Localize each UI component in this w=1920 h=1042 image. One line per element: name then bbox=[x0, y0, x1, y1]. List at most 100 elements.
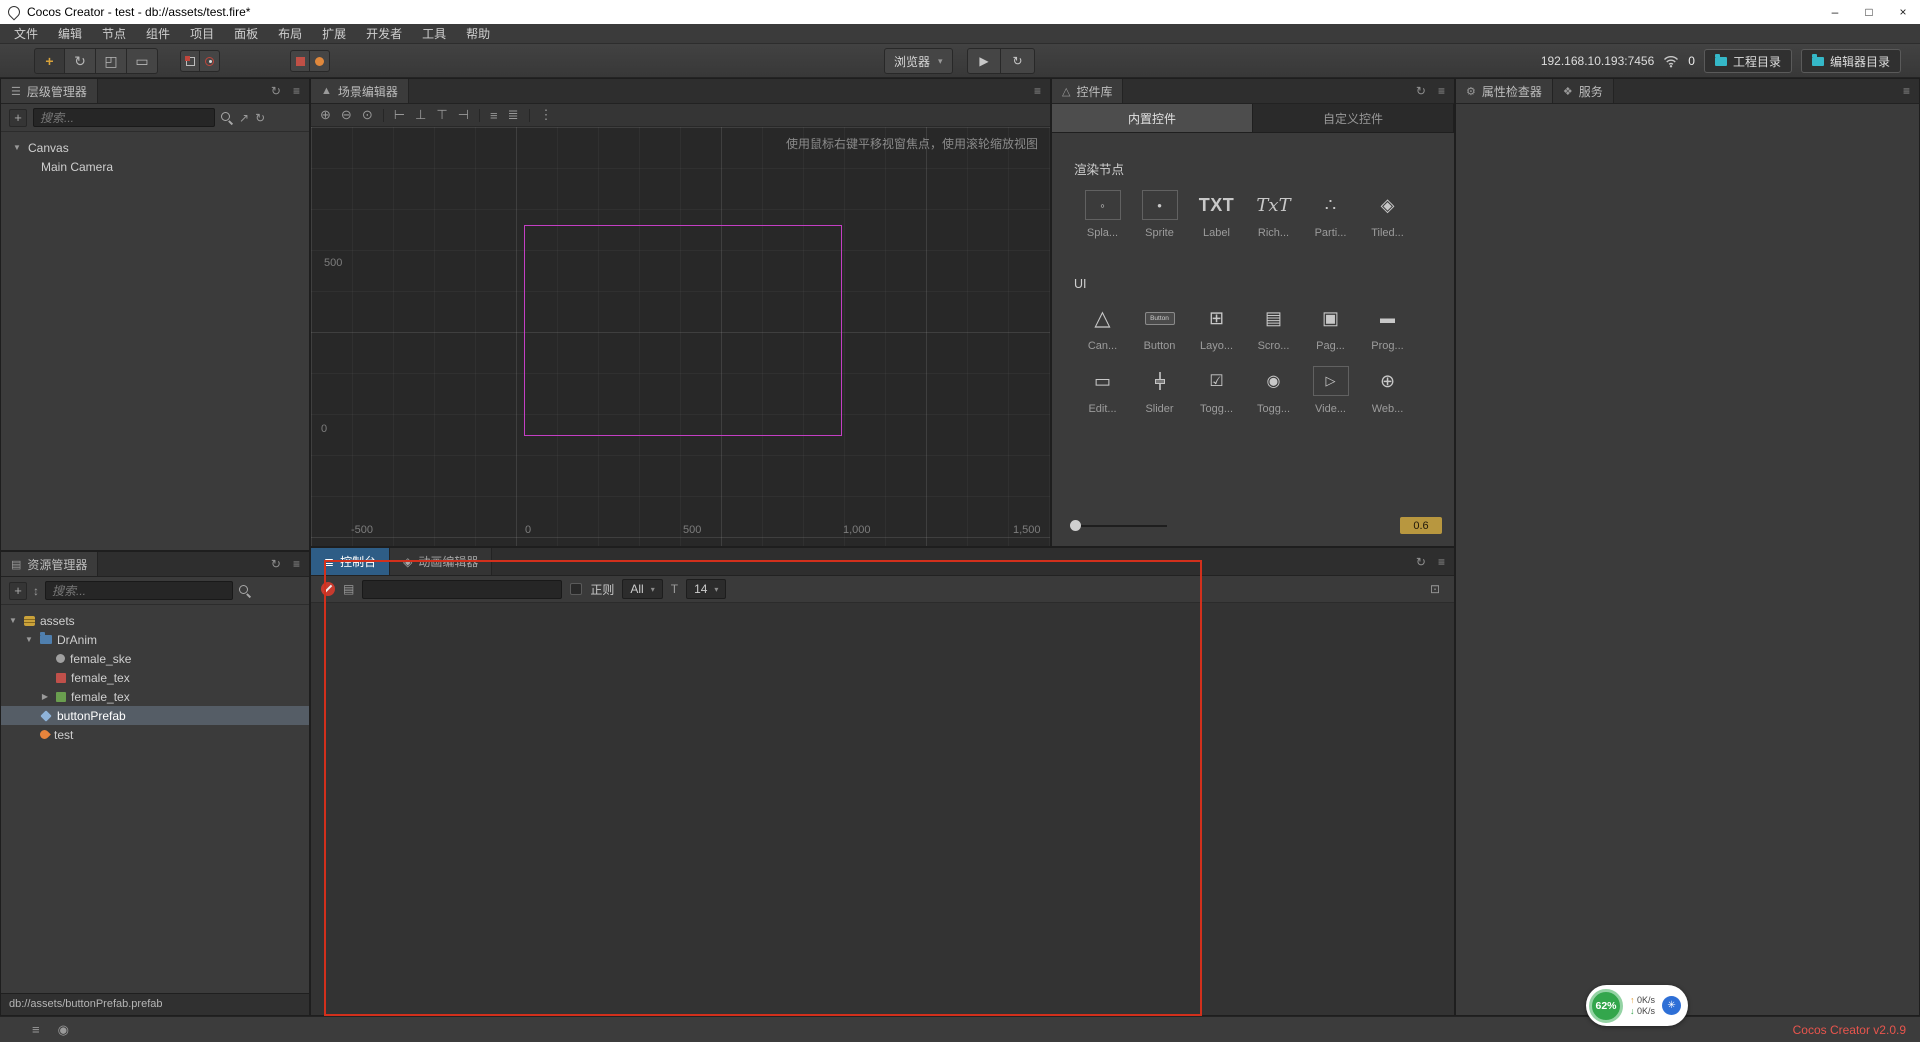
scale-tool-button[interactable]: ◰ bbox=[96, 48, 127, 74]
asset-row-female-tex[interactable]: female_tex bbox=[1, 668, 309, 687]
zoom-reset-icon[interactable]: ⊙ bbox=[362, 107, 373, 123]
search-icon[interactable] bbox=[239, 584, 251, 597]
asset-row-assets[interactable]: ▼ assets bbox=[1, 611, 309, 630]
tree-node-main-camera[interactable]: Main Camera bbox=[1, 157, 309, 176]
align-left-icon[interactable]: ⊢ bbox=[394, 107, 405, 123]
library-item-slider[interactable]: Slider bbox=[1131, 366, 1188, 415]
library-item-toggle[interactable]: ☑ Togg... bbox=[1188, 366, 1245, 415]
caret-down-icon[interactable]: ▼ bbox=[7, 616, 19, 625]
panel-refresh-icon[interactable]: ↻ bbox=[1416, 84, 1426, 98]
library-item-canvas[interactable]: △ Can... bbox=[1074, 303, 1131, 353]
compile-progress-indicator[interactable]: 62% bbox=[1589, 988, 1623, 1023]
library-item-richtext[interactable]: TxT Rich... bbox=[1245, 190, 1302, 240]
coord-world-toggle[interactable] bbox=[310, 50, 330, 72]
library-item-sprite[interactable]: • Sprite bbox=[1131, 190, 1188, 239]
dashboard-button[interactable]: ✳ bbox=[1662, 996, 1682, 1015]
create-asset-button[interactable]: + bbox=[9, 581, 27, 600]
library-item-tiledmap[interactable]: ◈ Tiled... bbox=[1359, 190, 1416, 240]
tab-hierarchy[interactable]: ☰ 层级管理器 bbox=[1, 79, 98, 103]
distribute-horizontal-icon[interactable]: ≡ bbox=[490, 108, 498, 123]
panel-menu-icon[interactable]: ≡ bbox=[1903, 84, 1910, 98]
tab-builtin-controls[interactable]: 内置控件 bbox=[1052, 104, 1253, 132]
log-level-select[interactable]: All ▾ bbox=[622, 579, 663, 599]
expand-all-icon[interactable]: ↗ bbox=[239, 111, 249, 125]
refresh-preview-button[interactable]: ↻ bbox=[1001, 48, 1035, 74]
panel-refresh-icon[interactable]: ↻ bbox=[1416, 555, 1426, 569]
caret-down-icon[interactable]: ▼ bbox=[11, 143, 23, 152]
tab-control-library[interactable]: △ 控件库 bbox=[1052, 79, 1124, 103]
menu-project[interactable]: 项目 bbox=[180, 24, 224, 44]
eye-icon[interactable]: ◉ bbox=[58, 1022, 69, 1038]
console-log-area[interactable] bbox=[311, 603, 1454, 1015]
console-filter-input[interactable] bbox=[362, 579, 563, 599]
sort-icon[interactable]: ↕ bbox=[33, 584, 39, 598]
minimize-button[interactable]: – bbox=[1818, 0, 1852, 24]
menu-edit[interactable]: 编辑 bbox=[48, 24, 92, 44]
menu-layout[interactable]: 布局 bbox=[268, 24, 312, 44]
library-item-scrollview[interactable]: ▤ Scro... bbox=[1245, 303, 1302, 353]
tab-animation-editor[interactable]: ◈ 动画编辑器 bbox=[390, 548, 493, 575]
asset-row-buttonprefab[interactable]: buttonPrefab bbox=[1, 706, 309, 725]
tab-scene-editor[interactable]: ▲ 场景编辑器 bbox=[311, 79, 409, 103]
asset-row-dranim[interactable]: ▼ DrAnim bbox=[1, 630, 309, 649]
zoom-value[interactable]: 0.6 bbox=[1400, 517, 1442, 534]
zoom-out-icon[interactable]: ⊖ bbox=[341, 107, 352, 123]
panel-menu-icon[interactable]: ≡ bbox=[1438, 84, 1445, 98]
menu-extension[interactable]: 扩展 bbox=[312, 24, 356, 44]
panel-refresh-icon[interactable]: ↻ bbox=[271, 557, 281, 571]
asset-row-test[interactable]: test bbox=[1, 725, 309, 744]
library-item-label[interactable]: TXT Label bbox=[1188, 190, 1245, 240]
preview-target-select[interactable]: 浏览器 ▾ bbox=[884, 48, 953, 74]
search-icon[interactable] bbox=[221, 111, 233, 124]
rotate-tool-button[interactable]: ↻ bbox=[65, 48, 96, 74]
panel-refresh-icon[interactable]: ↻ bbox=[271, 84, 281, 98]
tab-assets[interactable]: ▤ 资源管理器 bbox=[1, 552, 99, 576]
play-button[interactable]: ▶ bbox=[967, 48, 1001, 74]
align-right-icon[interactable]: ⊣ bbox=[458, 107, 469, 123]
caret-down-icon[interactable]: ▼ bbox=[23, 635, 35, 644]
zoom-in-icon[interactable]: ⊕ bbox=[320, 107, 331, 123]
rect-tool-button[interactable]: ▭ bbox=[127, 48, 158, 74]
collapse-logs-icon[interactable]: ⊡ bbox=[1430, 582, 1440, 596]
library-item-editbox[interactable]: ▭ Edit... bbox=[1074, 366, 1131, 416]
pivot-center-toggle[interactable] bbox=[200, 50, 220, 72]
library-item-layout[interactable]: ⊞ Layo... bbox=[1188, 303, 1245, 353]
asset-row-female-ske[interactable]: female_ske bbox=[1, 649, 309, 668]
log-file-icon[interactable]: ▤ bbox=[343, 582, 354, 596]
move-tool-button[interactable]: + bbox=[34, 48, 65, 74]
regex-checkbox[interactable] bbox=[570, 583, 583, 595]
maximize-button[interactable]: □ bbox=[1852, 0, 1886, 24]
library-item-splash[interactable]: ◦ Spla... bbox=[1074, 190, 1131, 239]
library-item-particle[interactable]: ∴ Parti... bbox=[1302, 190, 1359, 240]
distribute-vertical-icon[interactable]: ≣ bbox=[508, 107, 519, 123]
menu-help[interactable]: 帮助 bbox=[456, 24, 500, 44]
zoom-slider-track[interactable] bbox=[1070, 519, 1167, 531]
align-bottom-icon[interactable]: ⊥ bbox=[415, 107, 426, 123]
menu-file[interactable]: 文件 bbox=[4, 24, 48, 44]
tree-node-canvas[interactable]: ▼ Canvas bbox=[1, 138, 309, 157]
list-view-icon[interactable]: ≡ bbox=[32, 1022, 40, 1037]
create-node-button[interactable]: + bbox=[9, 108, 27, 127]
panel-menu-icon[interactable]: ≡ bbox=[293, 84, 300, 98]
more-tools-icon[interactable]: ⋮ bbox=[540, 107, 553, 123]
clear-console-button[interactable] bbox=[321, 582, 335, 596]
library-item-button[interactable]: Button Button bbox=[1131, 303, 1188, 352]
panel-menu-icon[interactable]: ≡ bbox=[1438, 555, 1445, 569]
scene-viewport[interactable]: 使用鼠标右键平移视窗焦点，使用滚轮缩放视图 500 0 -500 0 500 1… bbox=[311, 127, 1050, 546]
font-size-select[interactable]: 14 ▾ bbox=[686, 579, 727, 599]
panel-menu-icon[interactable]: ≡ bbox=[1034, 84, 1041, 98]
tab-service[interactable]: ❖ 服务 bbox=[1552, 79, 1614, 103]
hierarchy-search-input[interactable] bbox=[33, 108, 215, 127]
refresh-tree-icon[interactable]: ↻ bbox=[255, 111, 265, 125]
align-top-icon[interactable]: ⊤ bbox=[436, 107, 447, 123]
library-item-togglegroup[interactable]: ◉ Togg... bbox=[1245, 366, 1302, 415]
pivot-anchor-toggle[interactable] bbox=[180, 50, 200, 72]
assets-search-input[interactable] bbox=[45, 581, 233, 600]
library-item-pageview[interactable]: ▣ Pag... bbox=[1302, 303, 1359, 353]
menu-developer[interactable]: 开发者 bbox=[356, 24, 412, 44]
library-item-progressbar[interactable]: ▬ Prog... bbox=[1359, 303, 1416, 353]
asset-row-female-tex-sprite[interactable]: ▶ female_tex bbox=[1, 687, 309, 706]
library-item-videoplayer[interactable]: ▷ Vide... bbox=[1302, 366, 1359, 415]
menu-panel[interactable]: 面板 bbox=[224, 24, 268, 44]
tab-console[interactable]: ≣ 控制台 bbox=[311, 548, 391, 575]
